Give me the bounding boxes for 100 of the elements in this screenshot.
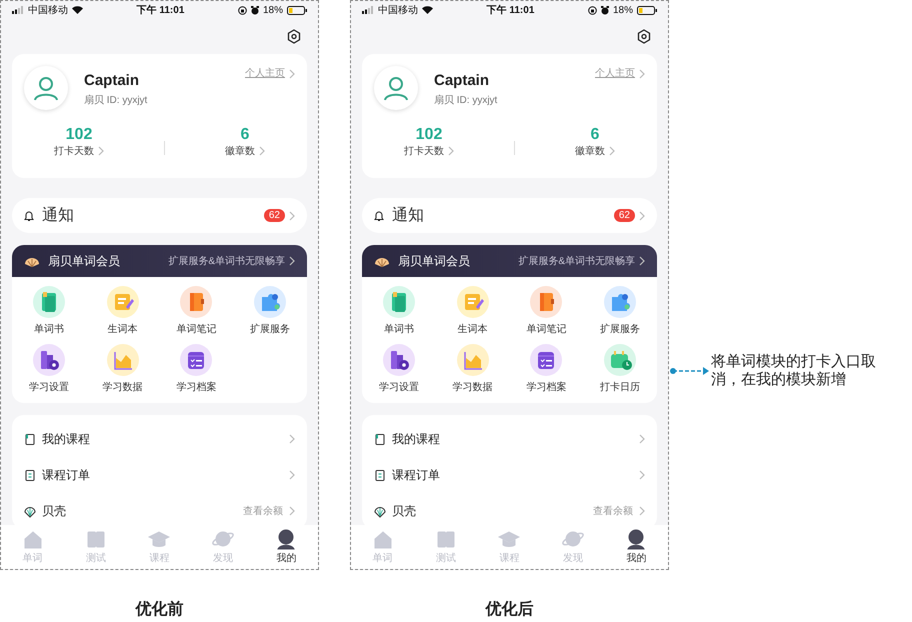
- membership-perks: 扩展服务&单词书无限畅享: [168, 254, 285, 268]
- battery-icon: [636, 6, 657, 14]
- battery-percent: 18%: [262, 4, 283, 18]
- tool-shortcut[interactable]: 打卡日历: [583, 343, 657, 395]
- stat-link[interactable]: 徽章数: [575, 144, 615, 159]
- screen-caption: 优化后: [486, 599, 534, 620]
- alarm-icon: [250, 6, 259, 14]
- membership-banner[interactable]: 扇贝单词会员 扩展服务&单词书无限畅享: [362, 245, 657, 277]
- chevron-icon: [289, 68, 295, 78]
- stat-link[interactable]: 打卡天数: [404, 144, 454, 159]
- menu-item[interactable]: 贝壳 查看余额: [24, 493, 295, 525]
- chevron-icon: [448, 146, 454, 156]
- tab-item[interactable]: 我的: [275, 528, 298, 566]
- tool-shortcut[interactable]: 单词书: [12, 285, 86, 337]
- membership-banner[interactable]: 扇贝单词会员 扩展服务&单词书无限畅享: [12, 245, 307, 277]
- avatar-icon: [625, 528, 648, 550]
- tool-shortcut[interactable]: 学习设置: [12, 343, 86, 395]
- tool-shortcut[interactable]: 生词本: [86, 285, 160, 337]
- chevron-icon: [289, 506, 295, 516]
- chevron-icon: [639, 434, 645, 444]
- menu-label: 我的课程: [42, 431, 91, 448]
- menu-label: 贝壳: [392, 503, 417, 520]
- stat-value: 6: [590, 126, 600, 144]
- notification-row[interactable]: 通知 62: [362, 198, 657, 233]
- folder-checklist-icon: [529, 343, 564, 377]
- chevron-icon: [639, 506, 645, 516]
- notepad-icon: [106, 285, 140, 319]
- user-id: 扇贝 ID: yyxjyt: [84, 94, 148, 108]
- tool-shortcut[interactable]: 扩展服务: [583, 285, 657, 337]
- stat-link[interactable]: 徽章数: [225, 144, 265, 159]
- user-name: Captain: [84, 71, 140, 91]
- menu-item[interactable]: 课程订单: [374, 457, 645, 493]
- status-time: 下午 11:01: [486, 4, 534, 18]
- person-icon: [383, 75, 409, 101]
- menu-label: 课程订单: [42, 467, 91, 484]
- battery-icon: [286, 6, 307, 14]
- tool-shortcut[interactable]: 单词笔记: [510, 285, 584, 337]
- tool-shortcut[interactable]: 学习设置: [362, 343, 436, 395]
- link-text: 个人主页: [595, 66, 635, 81]
- folder-checklist-icon: [179, 343, 214, 377]
- status-time: 下午 11:01: [136, 4, 184, 18]
- shell-icon: [24, 255, 40, 267]
- menu-item[interactable]: 课程订单: [24, 457, 295, 493]
- tool-shortcut[interactable]: 单词笔记: [160, 285, 234, 337]
- screen-caption: 优化前: [136, 600, 184, 620]
- notebook-icon: [179, 285, 214, 319]
- tool-shortcut[interactable]: 扩展服务: [233, 285, 307, 337]
- tool-shortcut[interactable]: 学习档案: [160, 343, 234, 395]
- tool-shortcut[interactable]: 学习数据: [436, 343, 510, 395]
- chevron-icon: [289, 256, 295, 266]
- tab-item[interactable]: 我的: [625, 528, 648, 566]
- book-icon: [32, 285, 66, 319]
- notepad-icon: [456, 285, 490, 319]
- chevron-icon: [609, 146, 615, 156]
- chevron-icon: [289, 470, 295, 480]
- avatar-icon: [275, 528, 298, 550]
- menu-item[interactable]: 我的课程: [24, 421, 295, 457]
- settings-icon[interactable]: [637, 29, 651, 44]
- tool-shortcut[interactable]: 生词本: [436, 285, 510, 337]
- chevron-icon: [639, 256, 645, 266]
- membership-title: 扇贝单词会员: [48, 253, 121, 270]
- menu-item[interactable]: 贝壳 查看余额: [374, 493, 645, 525]
- notification-label: 通知: [392, 206, 425, 226]
- chevron-icon: [289, 434, 295, 444]
- area-chart-icon: [456, 343, 490, 377]
- chevron-icon: [639, 470, 645, 480]
- notebook-icon: [529, 285, 564, 319]
- settings-icon[interactable]: [287, 29, 301, 44]
- shell-icon: [374, 504, 386, 518]
- calendar-clock-icon: [603, 343, 638, 377]
- person-icon: [33, 75, 59, 101]
- menu-item[interactable]: 我的课程: [374, 421, 645, 457]
- stat-link[interactable]: 打卡天数: [54, 144, 104, 159]
- carrier-name: 中国移动: [28, 4, 68, 18]
- chevron-icon: [98, 146, 104, 156]
- wifi-icon: [72, 6, 83, 14]
- signal-icon: [362, 6, 374, 14]
- link-text: 个人主页: [245, 66, 285, 81]
- rotation-lock-icon: [238, 6, 247, 14]
- tool-shortcut[interactable]: 学习数据: [86, 343, 160, 395]
- notification-row[interactable]: 通知 62: [12, 198, 307, 233]
- menu-label: 贝壳: [42, 503, 67, 520]
- wifi-icon: [422, 6, 433, 14]
- menu-label: 课程订单: [392, 467, 441, 484]
- bell-icon: [374, 210, 384, 221]
- menu-label: 我的课程: [392, 431, 441, 448]
- notebook-outline-icon: [374, 432, 386, 446]
- signal-icon: [12, 6, 24, 14]
- membership-title: 扇贝单词会员: [398, 253, 471, 270]
- alarm-icon: [600, 6, 609, 14]
- stat-value: 102: [66, 126, 92, 144]
- carrier-name: 中国移动: [378, 4, 418, 18]
- menu-detail: 查看余额: [243, 504, 283, 518]
- unread-count: 62: [614, 209, 635, 222]
- dashed-arrow: [669, 366, 711, 376]
- tool-shortcut[interactable]: 学习档案: [510, 343, 584, 395]
- bell-icon: [24, 210, 34, 221]
- shell-icon: [24, 504, 36, 518]
- tool-shortcut[interactable]: 单词书: [362, 285, 436, 337]
- receipt-icon: [24, 468, 36, 482]
